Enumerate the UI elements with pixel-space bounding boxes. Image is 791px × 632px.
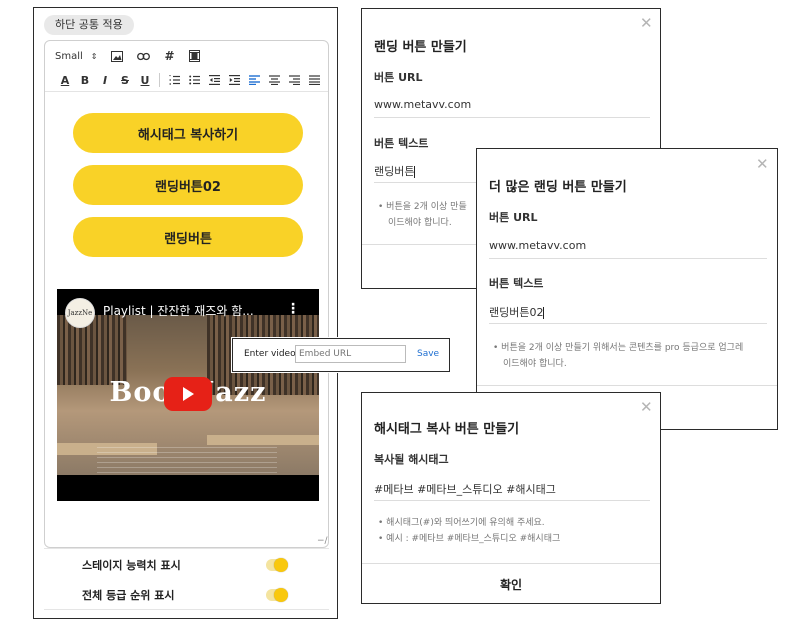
image-icon[interactable] — [111, 50, 124, 62]
select-arrows-icon: ⇕ — [90, 51, 98, 61]
video-title[interactable]: Playlist | 잔잔한 재즈와 함... — [103, 302, 278, 319]
video-caption-lines — [97, 447, 277, 473]
video-title-bar: JazzNe Playlist | 잔잔한 재즈와 함... ⋮ — [57, 289, 319, 333]
editor-panel: 하단 공통 적용 Small ⇕ # A B I S U 해시태그 복사하기 랜… — [33, 7, 338, 619]
play-button[interactable] — [164, 377, 212, 411]
text-caret — [543, 307, 545, 319]
note-line: • 예시 : #메타브 #메타브_스튜디오 #해시태그 — [378, 534, 561, 544]
setting-label: 전체 등급 순위 표시 — [82, 589, 175, 602]
landing-button-02[interactable]: 랜딩버튼02 — [73, 165, 303, 205]
stage-stats-toggle[interactable] — [266, 558, 288, 572]
button-text-field[interactable]: 랜딩버튼02 — [489, 304, 545, 320]
upgrade-note: • 버튼을 2개 이상 만들기 위해서는 콘텐츠를 pro 등급으로 업그레 이… — [493, 340, 743, 372]
dialog-footer-divider — [477, 385, 777, 386]
bullet-list-icon[interactable] — [184, 72, 204, 88]
button-text-label: 버튼 텍스트 — [374, 137, 429, 150]
toolbar-divider — [159, 73, 160, 87]
italic-button[interactable]: I — [95, 72, 115, 88]
font-size-select[interactable]: Small ⇕ — [55, 51, 97, 62]
field-underline — [489, 323, 767, 324]
landing-button[interactable]: 랜딩버튼 — [73, 217, 303, 257]
rich-text-editor[interactable]: Small ⇕ # A B I S U 해시태그 복사하기 랜딩버튼02 랜딩버… — [44, 40, 329, 548]
align-right-icon[interactable] — [284, 72, 304, 88]
toggle-knob — [274, 558, 288, 572]
embedded-video[interactable]: JazzNe Playlist | 잔잔한 재즈와 함... ⋮ Book Ja… — [57, 289, 319, 501]
text-caret — [414, 166, 416, 178]
more-vertical-icon[interactable]: ⋮ — [286, 301, 300, 317]
field-underline — [374, 117, 650, 118]
hashtag-icon[interactable]: # — [164, 49, 174, 63]
button-text-value: 랜딩버튼02 — [489, 306, 544, 319]
align-center-icon[interactable] — [264, 72, 284, 88]
setting-row-rank: 전체 등급 순위 표시 — [82, 585, 288, 605]
button-url-field[interactable]: www.metavv.com — [489, 239, 586, 252]
bold-button[interactable]: B — [75, 72, 95, 88]
upgrade-note: • 버튼을 2개 이상 만들 이드해야 합니다. — [378, 199, 467, 231]
align-left-icon[interactable] — [244, 72, 264, 88]
button-url-label: 버튼 URL — [374, 71, 423, 84]
close-icon[interactable]: ✕ — [640, 14, 653, 32]
section-divider — [44, 548, 329, 549]
toggle-knob — [274, 588, 288, 602]
note-line: 이드해야 합니다. — [503, 359, 567, 369]
play-icon — [183, 387, 194, 401]
dialog-footer-divider — [362, 563, 660, 564]
note-line: • 버튼을 2개 이상 만들 — [378, 202, 467, 212]
outdent-icon[interactable] — [204, 72, 224, 88]
embed-video-label: Enter video: — [244, 349, 299, 359]
toolbar-row-format: A B I S U — [55, 72, 324, 88]
button-text-label: 버튼 텍스트 — [489, 277, 544, 290]
resize-grip-icon[interactable]: −∕ — [317, 536, 328, 546]
setting-row-stage-stats: 스테이지 능력치 표시 — [82, 555, 288, 575]
embed-url-input[interactable] — [295, 345, 406, 363]
link-icon[interactable] — [137, 52, 151, 61]
button-text-value: 랜딩버튼 — [374, 165, 415, 178]
field-underline — [374, 500, 650, 501]
hashtag-note: • 해시태그(#)와 띄어쓰기에 유의해 주세요. • 예시 : #메타브 #메… — [378, 515, 560, 547]
channel-avatar[interactable]: JazzNe — [65, 298, 95, 328]
embed-video-popup: Enter video: Save — [232, 338, 450, 372]
note-line: • 해시태그(#)와 띄어쓰기에 유의해 주세요. — [378, 518, 545, 528]
close-icon[interactable]: ✕ — [640, 398, 653, 416]
underline-button[interactable]: U — [135, 72, 155, 88]
hashtag-field[interactable]: #메타브 #메타브_스튜디오 #해시태그 — [374, 481, 556, 497]
button-url-field[interactable]: www.metavv.com — [374, 98, 471, 111]
align-justify-icon[interactable] — [304, 72, 324, 88]
hashtag-label: 복사될 해시태그 — [374, 453, 449, 466]
indent-icon[interactable] — [224, 72, 244, 88]
text-color-button[interactable]: A — [55, 72, 75, 88]
embed-save-link[interactable]: Save — [417, 349, 439, 359]
rank-toggle[interactable] — [266, 588, 288, 602]
common-footer-tag[interactable]: 하단 공통 적용 — [44, 15, 134, 35]
hashtag-copy-button[interactable]: 해시태그 복사하기 — [73, 113, 303, 153]
section-divider — [44, 609, 329, 610]
setting-label: 스테이지 능력치 표시 — [82, 559, 181, 572]
strike-button[interactable]: S — [115, 72, 135, 88]
hashtag-copy-dialog: 해시태그 복사 버튼 만들기 ✕ 복사될 해시태그 #메타브 #메타브_스튜디오… — [361, 392, 661, 604]
dialog-title: 더 많은 랜딩 버튼 만들기 — [489, 180, 627, 195]
video-icon[interactable] — [188, 50, 200, 62]
note-line: • 버튼을 2개 이상 만들기 위해서는 콘텐츠를 pro 등급으로 업그레 — [493, 343, 744, 353]
toolbar-row-insert: Small ⇕ # — [55, 49, 200, 63]
confirm-button[interactable]: 확인 — [362, 565, 660, 603]
button-text-field[interactable]: 랜딩버튼 — [374, 163, 416, 179]
dialog-title: 해시태그 복사 버튼 만들기 — [374, 422, 520, 437]
ordered-list-icon[interactable] — [164, 72, 184, 88]
button-url-label: 버튼 URL — [489, 211, 538, 224]
toolbar-bottom-divider — [45, 91, 328, 92]
note-line: 이드해야 합니다. — [388, 218, 452, 228]
font-size-value: Small — [55, 50, 83, 62]
field-underline — [489, 258, 767, 259]
dialog-title: 랜딩 버튼 만들기 — [374, 40, 467, 55]
close-icon[interactable]: ✕ — [756, 155, 769, 173]
table-image — [207, 435, 319, 445]
more-landing-button-dialog: 더 많은 랜딩 버튼 만들기 ✕ 버튼 URL www.metavv.com 버… — [476, 148, 778, 430]
